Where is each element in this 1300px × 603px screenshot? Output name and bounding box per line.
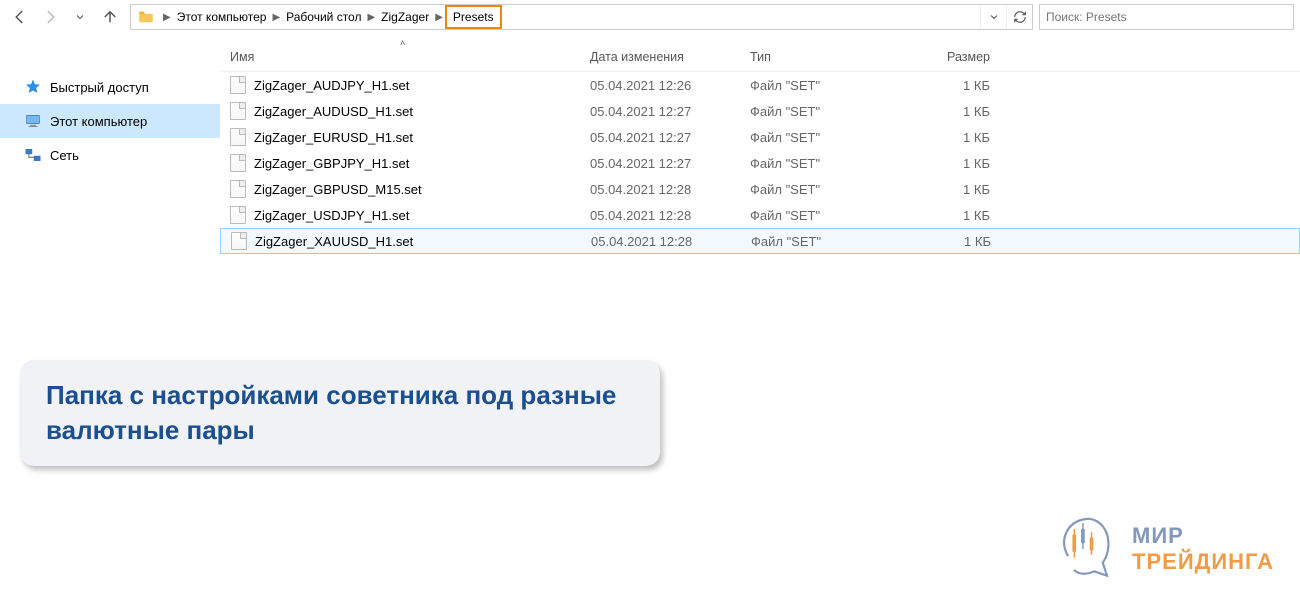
file-icon <box>231 232 247 250</box>
search-input[interactable] <box>1039 4 1294 30</box>
file-row[interactable]: ZigZager_XAUUSD_H1.set 05.04.2021 12:28Фа… <box>220 228 1300 254</box>
breadcrumb: Этот компьютер ▶ Рабочий стол ▶ ZigZager… <box>173 5 980 29</box>
column-header-date[interactable]: Дата изменения <box>580 50 740 64</box>
file-row[interactable]: ZigZager_EURUSD_H1.set 05.04.2021 12:27Фа… <box>220 124 1300 150</box>
file-date: 05.04.2021 12:26 <box>580 78 740 93</box>
file-date: 05.04.2021 12:28 <box>580 208 740 223</box>
watermark-logo: МИР ТРЕЙДИНГА <box>1048 513 1274 585</box>
file-size: 1 КБ <box>890 156 1010 171</box>
file-type: Файл "SET" <box>740 130 890 145</box>
sidebar-item-network[interactable]: Сеть <box>0 138 220 172</box>
file-type: Файл "SET" <box>741 234 891 249</box>
sidebar-item-label: Сеть <box>50 148 79 163</box>
file-type: Файл "SET" <box>740 78 890 93</box>
folder-icon <box>137 8 155 26</box>
breadcrumb-item-current[interactable]: Presets <box>445 5 502 29</box>
chevron-right-icon[interactable]: ▶ <box>161 12 173 23</box>
toolbar: ▶ Этот компьютер ▶ Рабочий стол ▶ ZigZag… <box>0 0 1300 34</box>
file-icon <box>230 154 246 172</box>
file-date: 05.04.2021 12:27 <box>580 104 740 119</box>
refresh-button[interactable] <box>1006 5 1032 29</box>
breadcrumb-item[interactable]: Этот компьютер <box>173 5 271 29</box>
file-row[interactable]: ZigZager_GBPJPY_H1.set 05.04.2021 12:27Фа… <box>220 150 1300 176</box>
sidebar-item-label: Быстрый доступ <box>50 80 149 95</box>
nav-back-button[interactable] <box>6 3 34 31</box>
file-name: ZigZager_USDJPY_H1.set <box>254 208 409 223</box>
file-date: 05.04.2021 12:27 <box>580 156 740 171</box>
file-type: Файл "SET" <box>740 208 890 223</box>
file-name: ZigZager_XAUUSD_H1.set <box>255 234 413 249</box>
watermark-line2: ТРЕЙДИНГА <box>1132 549 1274 575</box>
file-icon <box>230 76 246 94</box>
watermark-line1: МИР <box>1132 523 1274 549</box>
file-date: 05.04.2021 12:28 <box>581 234 741 249</box>
sort-indicator-icon: ˄ <box>400 38 405 48</box>
file-size: 1 КБ <box>891 234 1011 249</box>
sidebar-item-label: Этот компьютер <box>50 114 147 129</box>
chevron-right-icon[interactable]: ▶ <box>433 12 445 23</box>
file-size: 1 КБ <box>890 78 1010 93</box>
file-size: 1 КБ <box>890 208 1010 223</box>
breadcrumb-item[interactable]: Рабочий стол <box>282 5 365 29</box>
file-type: Файл "SET" <box>740 182 890 197</box>
file-row[interactable]: ZigZager_GBPUSD_M15.set 05.04.2021 12:28Ф… <box>220 176 1300 202</box>
file-date: 05.04.2021 12:28 <box>580 182 740 197</box>
address-bar[interactable]: ▶ Этот компьютер ▶ Рабочий стол ▶ ZigZag… <box>130 4 1033 30</box>
file-name: ZigZager_AUDJPY_H1.set <box>254 78 409 93</box>
star-icon <box>24 78 42 96</box>
column-header-type[interactable]: Тип <box>740 50 890 64</box>
file-icon <box>230 206 246 224</box>
nav-up-button[interactable] <box>96 3 124 31</box>
file-name: ZigZager_GBPJPY_H1.set <box>254 156 409 171</box>
file-name: ZigZager_AUDUSD_H1.set <box>254 104 413 119</box>
recent-locations-button[interactable] <box>66 3 94 31</box>
file-type: Файл "SET" <box>740 104 890 119</box>
search-field[interactable] <box>1046 10 1287 24</box>
file-icon <box>230 102 246 120</box>
file-type: Файл "SET" <box>740 156 890 171</box>
file-icon <box>230 180 246 198</box>
file-name: ZigZager_GBPUSD_M15.set <box>254 182 422 197</box>
navigation-sidebar: Быстрый доступ Этот компьютер Сеть <box>0 34 220 603</box>
chevron-right-icon[interactable]: ▶ <box>270 12 282 23</box>
file-name: ZigZager_EURUSD_H1.set <box>254 130 413 145</box>
file-size: 1 КБ <box>890 182 1010 197</box>
file-date: 05.04.2021 12:27 <box>580 130 740 145</box>
sidebar-item-quick-access[interactable]: Быстрый доступ <box>0 70 220 104</box>
chevron-right-icon[interactable]: ▶ <box>365 12 377 23</box>
file-row[interactable]: ZigZager_AUDUSD_H1.set 05.04.2021 12:27Фа… <box>220 98 1300 124</box>
breadcrumb-item[interactable]: ZigZager <box>377 5 433 29</box>
nav-forward-button[interactable] <box>36 3 64 31</box>
column-header-size[interactable]: Размер <box>890 50 1010 64</box>
watermark-text: МИР ТРЕЙДИНГА <box>1132 523 1274 575</box>
annotation-callout: Папка с настройками советника под разные… <box>20 360 660 466</box>
column-header-name[interactable]: Имя <box>220 50 580 64</box>
head-candlestick-icon <box>1048 513 1120 585</box>
file-size: 1 КБ <box>890 130 1010 145</box>
file-size: 1 КБ <box>890 104 1010 119</box>
file-row[interactable]: ZigZager_AUDJPY_H1.set 05.04.2021 12:26Фа… <box>220 72 1300 98</box>
sidebar-item-this-pc[interactable]: Этот компьютер <box>0 104 220 138</box>
file-icon <box>230 128 246 146</box>
address-dropdown-button[interactable] <box>980 5 1006 29</box>
network-icon <box>24 146 42 164</box>
file-row[interactable]: ZigZager_USDJPY_H1.set 05.04.2021 12:28Фа… <box>220 202 1300 228</box>
pc-icon <box>24 112 42 130</box>
column-headers: Имя ˄ Дата изменения Тип Размер <box>220 42 1300 72</box>
file-rows: ZigZager_AUDJPY_H1.set05.04.2021 12:26Фа… <box>220 72 1300 254</box>
